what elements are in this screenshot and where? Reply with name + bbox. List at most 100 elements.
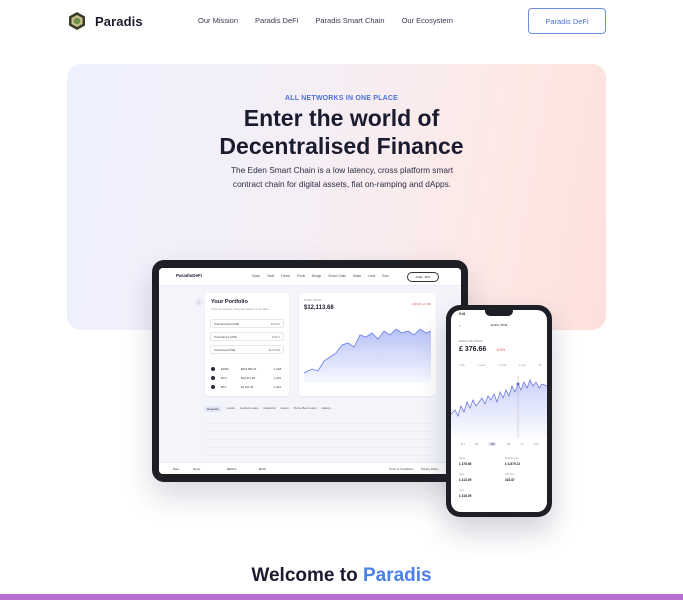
phone-stat: Market Cap £ 4,879.12: [505, 457, 545, 466]
phone-stat-value: 323.87: [505, 478, 515, 482]
tablet-brand: ParadisDeFi: [176, 273, 203, 278]
phone-stat: Low £ 318.09: [459, 489, 499, 498]
tablet-tab: Pierre Bed Loans: [293, 406, 317, 410]
phone-stat-value: £ 318.09: [459, 494, 472, 498]
tablet-table-row: [204, 450, 436, 456]
tablet-menu-item: Lend: [368, 274, 376, 278]
tablet-table-row: [204, 426, 436, 432]
tablet-summary-row: Total locked (US$) $2,315.68: [210, 345, 284, 354]
tablet-table-row: [204, 434, 436, 440]
tablet-portfolio-title: Your Portfolio: [211, 299, 248, 305]
phone-range-tab: 1H: [461, 442, 465, 446]
tablet-footer-item: Reset: [193, 467, 201, 471]
tablet-asset-row: BTC $1,011.34 1,021: [211, 384, 283, 391]
tablet-menu-item: Vault: [266, 274, 275, 278]
phone-time-axis: 1 day 1 week 1 month 1 year All: [459, 364, 541, 367]
nav-link-our-mission[interactable]: Our Mission: [198, 16, 238, 25]
tablet-asset-value: $13,271.09: [241, 376, 255, 380]
tablet-asset-amount: 1,021: [274, 385, 281, 389]
phone-range-tab: 1Y: [520, 442, 524, 446]
tablet-table-row: [204, 418, 436, 424]
tablet-summary-label: Total locked (US$): [214, 349, 236, 352]
phone-header: EDDA / BNB: [490, 323, 508, 327]
tablet-menu-item: Stake: [352, 274, 362, 278]
phone-price: £ 376.66: [459, 346, 487, 353]
hero-description: The Eden Smart Chain is a low latency, c…: [230, 165, 454, 189]
tablet-tab: Deposits: [204, 406, 222, 412]
tablet-summary-row: Total deposited (US$) $12,113: [210, 319, 284, 328]
token-icon: [211, 367, 215, 371]
tablet-tabs: Deposits Lends Locked Loans Rewards Loan…: [204, 406, 331, 412]
phone-axis-label: 1 year: [519, 364, 526, 367]
phone-range-tabs: 1H 1D 1W 1M 1Y ALL: [461, 442, 539, 446]
phone-stat-key: High: [459, 473, 465, 476]
hero-title-line-1: Enter the world of: [243, 105, 440, 131]
tablet-summary-value: $702.4: [272, 336, 280, 339]
hero-title-line-2: Decentralised Finance: [219, 133, 464, 159]
tablet-chart-label: TOTAL VALUE: [304, 299, 322, 302]
phone-price-change: -5.8%: [496, 348, 506, 352]
phone-stat-key: Market Cap: [505, 457, 519, 460]
phone-screen: 9:41 ‹ EDDA / BNB EDDA/USD PRICE £ 376.6…: [451, 310, 547, 512]
tablet-footer-item: Terms & Conditions: [389, 467, 414, 471]
phone-notch: [485, 310, 513, 316]
tablet-chart-value: $12,113.68: [304, 305, 334, 311]
tablet-tab: History: [321, 406, 332, 410]
tablet-back-icon: ‹: [195, 298, 203, 306]
tablet-footer-item: Rate: [173, 467, 179, 471]
nav-link-smart-chain[interactable]: Paradis Smart Chain: [315, 16, 384, 25]
tablet-wallet-badge: 0x9a...4f3c: [407, 272, 439, 282]
phone-stat-value: £ 413.09: [459, 478, 472, 482]
tablet-screen: ParadisDeFi Swap Vault Farms Pools Bridg…: [159, 268, 461, 474]
token-icon: [211, 385, 215, 389]
tablet-menu-item: Pools: [297, 274, 306, 278]
tablet-asset-amount: 1,210: [274, 376, 281, 380]
phone-stat-value: £ 4,879.12: [505, 462, 521, 466]
tablet-asset-value: $1,011.34: [241, 385, 254, 389]
phone-range-tab: 1M: [506, 442, 511, 446]
paradis-defi-button[interactable]: Paradis DeFi: [528, 8, 606, 34]
tablet-summary-value: $2,315.68: [268, 349, 280, 352]
hero-title: Enter the world of Decentralised Finance: [0, 104, 683, 160]
phone-status-time: 9:41: [459, 312, 466, 316]
tablet-asset-name: BTC: [221, 385, 227, 389]
nav-link-paradis-defi[interactable]: Paradis DeFi: [255, 16, 298, 25]
tablet-menu-item: Farms: [281, 274, 291, 278]
hero-eyebrow: ALL NETWORKS IN ONE PLACE: [285, 95, 398, 102]
token-icon: [211, 376, 215, 380]
tablet-menu-item: Bridge: [312, 274, 322, 278]
tablet-summary-row: Total claimed (US$) $702.4: [210, 332, 284, 341]
phone-stat-value: £ 376.66: [459, 462, 472, 466]
tablet-asset-value: $213,982.21: [241, 367, 257, 371]
phone-price-label: EDDA/USD PRICE: [459, 339, 483, 343]
phone-axis-label: 1 week: [477, 364, 486, 367]
brand-name: Paradis: [95, 13, 143, 29]
brand-logo[interactable]: Paradis: [67, 11, 143, 31]
phone-line-chart: [451, 376, 547, 438]
tablet-portfolio-subtitle: Track your holdings, history and valuati…: [211, 308, 269, 311]
welcome-heading: Welcome to Paradis: [0, 565, 683, 587]
top-nav: Paradis Our Mission Paradis DeFi Paradis…: [0, 0, 683, 42]
tablet-footer-item: Privacy Policy: [421, 467, 439, 471]
tablet-area-chart: [304, 328, 431, 383]
paradis-logo-icon: [69, 12, 85, 30]
nav-link-our-ecosystem[interactable]: Our Ecosystem: [402, 16, 453, 25]
tablet-table-row: [204, 442, 436, 448]
tablet-menu-item: Swap: [252, 274, 260, 278]
phone-axis-label: 1 day: [459, 364, 465, 367]
phone-range-tab: 1W: [488, 442, 497, 446]
tablet-tab: Loans: [280, 406, 289, 410]
tablet-summary-label: Total deposited (US$): [214, 323, 239, 326]
welcome-prefix: Welcome to: [251, 565, 363, 586]
tablet-menu-item: Smart Chain: [328, 274, 346, 278]
tablet-asset-name: EDDA: [221, 367, 229, 371]
tablet-footer-item: $ETH: [259, 467, 267, 471]
phone-axis-label: All: [538, 364, 541, 367]
bottom-accent-bar: [0, 594, 683, 600]
tablet-menu-item: Earn: [382, 274, 389, 278]
phone-stat-key: Open: [459, 457, 466, 460]
tablet-summary-value: $12,113: [270, 323, 280, 326]
tablet-summary-label: Total claimed (US$): [214, 336, 237, 339]
phone-range-tab: 1D: [474, 442, 479, 446]
tablet-top-bar: ParadisDeFi Swap Vault Farms Pools Bridg…: [159, 268, 461, 286]
